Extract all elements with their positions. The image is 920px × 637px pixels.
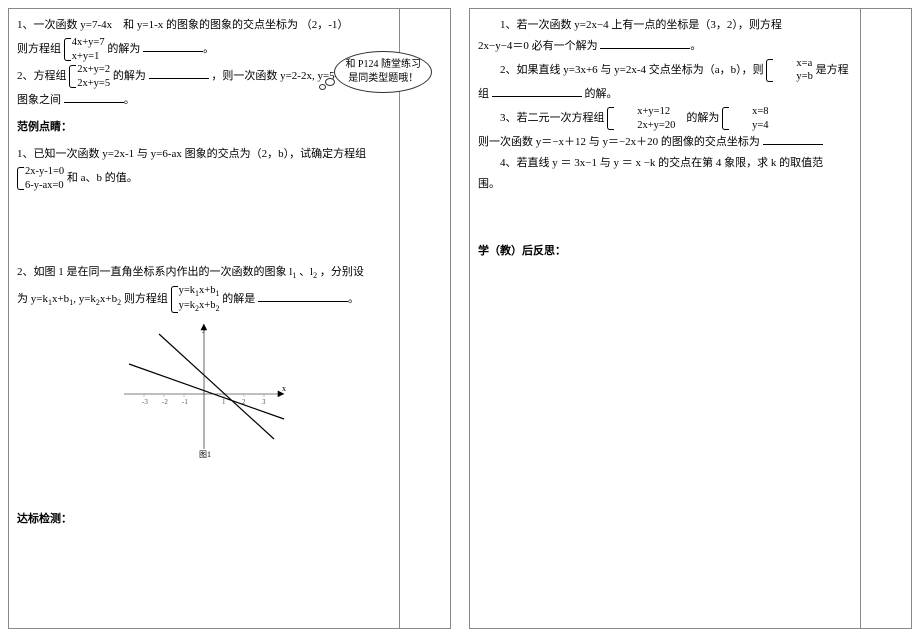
answer-blank[interactable] — [258, 290, 348, 302]
work-space — [478, 195, 852, 235]
answer-blank[interactable] — [149, 67, 209, 79]
text: x+b — [52, 293, 69, 305]
text: 、l — [299, 266, 313, 278]
left-margin — [400, 9, 450, 628]
graph-caption: 图1 — [199, 450, 211, 459]
text: 的解为 — [107, 43, 140, 55]
r-q2-line1: 2、如果直线 y=3x+6 与 y=2x-4 交点坐标为（a，b），则 x=a … — [478, 57, 852, 84]
r-q3-line1: 3、若二元一次方程组 x+y=12 2x+y=20 的解为 x=8 y=4 — [478, 105, 852, 132]
svg-text:-3: -3 — [142, 398, 148, 406]
eq: y=k1x+b1 — [179, 284, 220, 299]
work-space — [17, 463, 391, 503]
bubble-line: 是同类型题哦！ — [345, 72, 421, 86]
text: 则方程组 — [121, 293, 168, 305]
line-l2 — [129, 364, 284, 419]
ex1-line1: 1、已知一次函数 y=2x-1 与 y=6-ax 图象的交点为（2，b），试确定… — [17, 144, 391, 165]
left-content: 1、一次函数 y=7-4x 和 y=1-x 的图象的图象的交点坐标为 （2，-1… — [9, 9, 400, 628]
answer-blank[interactable] — [143, 40, 203, 52]
r-q1-line1: 1、若一次函数 y=2x−4 上有一点的坐标是（3，2），则方程 — [478, 15, 852, 36]
eq: 6-y-ax=0 — [25, 179, 64, 193]
system-3: 2x-y-1=0 6-y-ax=0 — [17, 165, 64, 192]
right-content: 1、若一次函数 y=2x−4 上有一点的坐标是（3，2），则方程 2x−y−4＝… — [470, 9, 861, 628]
eq: y=k2x+b2 — [179, 299, 220, 314]
text: 图象之间 — [17, 94, 61, 106]
text: 2、如果直线 y=3x+6 与 y=2x-4 交点坐标为（a，b），则 — [500, 64, 764, 76]
text: 的解。 — [585, 88, 618, 100]
r-q2-line2: 组 的解。 — [478, 84, 852, 105]
ex2-line2: 为 y=k1x+b1, y=k2x+b2 则方程组 y=k1x+b1 y=k2x… — [17, 284, 391, 315]
system-7: x=8 y=4 — [722, 105, 768, 132]
text: ，分别设 — [320, 266, 364, 278]
q1-line1: 1、一次函数 y=7-4x 和 y=1-x 的图象的图象的交点坐标为 （2，-1… — [17, 15, 391, 36]
svg-text:3: 3 — [262, 398, 266, 406]
eq: 2x+y=5 — [77, 77, 110, 91]
r-q4-line1: 4、若直线 y ＝ 3x−1 与 y ＝ x −k 的交点在第 4 象限，求 k… — [478, 153, 852, 174]
section-assessment: 达标检测： — [17, 509, 391, 530]
section-examples: 范例点睛： — [17, 117, 391, 138]
answer-blank[interactable] — [64, 91, 124, 103]
work-space — [17, 192, 391, 262]
text: 3、若二元一次方程组 — [500, 112, 605, 124]
eq: y=4 — [730, 119, 768, 133]
system-4: y=k1x+b1 y=k2x+b2 — [171, 284, 220, 315]
text: 2x−y−4＝0 必有一个解为 — [478, 40, 598, 52]
text: 是方程 — [816, 64, 849, 76]
line-l1 — [159, 334, 274, 439]
eq: y=b — [774, 70, 812, 84]
page-left: 1、一次函数 y=7-4x 和 y=1-x 的图象的图象的交点坐标为 （2，-1… — [8, 8, 451, 629]
answer-blank[interactable] — [763, 133, 823, 145]
right-margin — [861, 9, 911, 628]
r-q1-line2: 2x−y−4＝0 必有一个解为 。 — [478, 36, 852, 57]
thought-bubble: 和 P124 随堂练习 是同类型题哦！ — [334, 51, 432, 93]
eq: x+y=12 — [615, 105, 675, 119]
q2-line2: 图象之间 。 — [17, 90, 391, 111]
graph-figure-1: -3-2-1 123 y x 图1 — [114, 319, 294, 459]
eq: 4x+y=7 — [72, 36, 105, 50]
text: 和 a、b 的值。 — [67, 172, 138, 184]
svg-text:1: 1 — [222, 398, 226, 406]
eq: x=a — [774, 57, 812, 71]
ex1-line2: 2x-y-1=0 6-y-ax=0 和 a、b 的值。 — [17, 165, 391, 192]
system-1: 4x+y=7 x+y=1 — [64, 36, 105, 63]
text: 则一次函数 y＝−x＋12 与 y＝−2x＋20 的图像的交点坐标为 — [478, 136, 760, 148]
system-6: x+y=12 2x+y=20 — [607, 105, 675, 132]
section-reflection: 学（教）后反思： — [478, 241, 852, 262]
system-5: x=a y=b — [766, 57, 812, 84]
page-right: 1、若一次函数 y=2x−4 上有一点的坐标是（3，2），则方程 2x−y−4＝… — [469, 8, 912, 629]
text: 为 y=k — [17, 293, 48, 305]
bubble-line: 和 P124 随堂练习 — [345, 58, 421, 72]
text: 的解是 — [222, 293, 255, 305]
svg-text:y: y — [202, 324, 206, 333]
text: , y=k — [73, 293, 96, 305]
text: 则方程组 — [17, 43, 61, 55]
q1-line2: 则方程组 4x+y=7 x+y=1 的解为 。 — [17, 36, 391, 63]
text: 组 — [478, 88, 489, 100]
svg-text:-1: -1 — [182, 398, 188, 406]
text: 的解为 — [113, 70, 146, 82]
text: 的解为 — [686, 112, 719, 124]
svg-text:x: x — [282, 384, 286, 393]
answer-blank[interactable] — [492, 85, 582, 97]
r-q3-line2: 则一次函数 y＝−x＋12 与 y＝−2x＋20 的图像的交点坐标为 — [478, 132, 852, 153]
text: 2、方程组 — [17, 70, 67, 82]
svg-text:-2: -2 — [162, 398, 168, 406]
eq: 2x-y-1=0 — [25, 165, 64, 179]
text: 2、如图 1 是在同一直角坐标系内作出的一次函数的图象 l — [17, 266, 292, 278]
answer-blank[interactable] — [600, 37, 690, 49]
eq: x=8 — [730, 105, 768, 119]
system-2: 2x+y=2 2x+y=5 — [69, 63, 110, 90]
text: x+b — [100, 293, 117, 305]
eq: 2x+y=20 — [615, 119, 675, 133]
ex2-line1: 2、如图 1 是在同一直角坐标系内作出的一次函数的图象 l1 、l2 ，分别设 — [17, 262, 391, 283]
r-q4-line2: 围。 — [478, 174, 852, 195]
eq: 2x+y=2 — [77, 63, 110, 77]
eq: x+y=1 — [72, 50, 105, 64]
